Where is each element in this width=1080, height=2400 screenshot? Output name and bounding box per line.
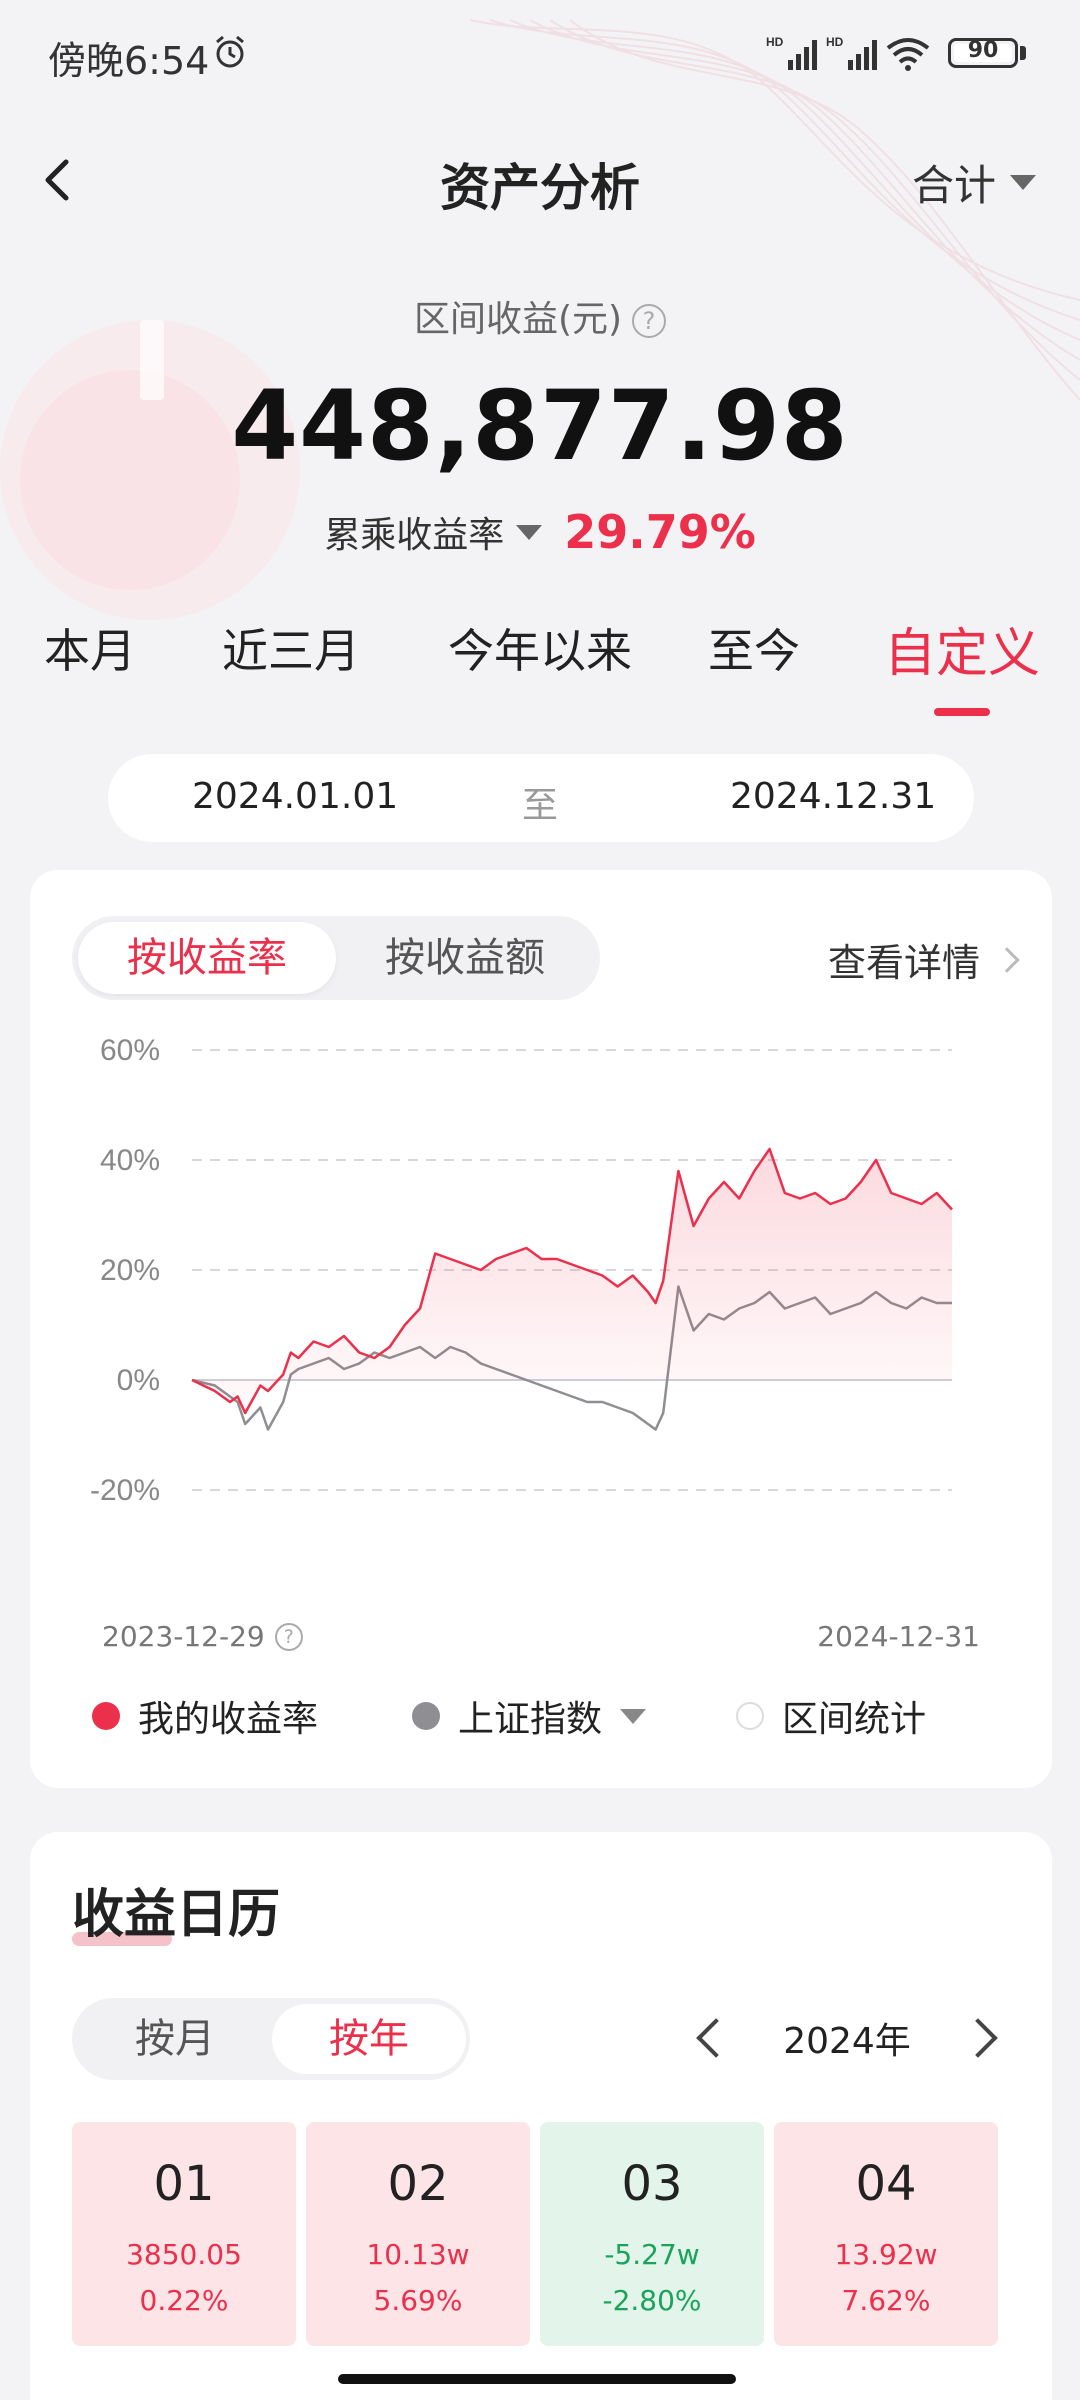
battery-tip	[1020, 46, 1026, 60]
period-tabs: 本月 近三月 今年以来 至今 自定义	[0, 615, 1080, 715]
month-rate: -2.80%	[602, 2284, 702, 2317]
month-cell-03[interactable]: 03 -5.27w -2.80%	[540, 2122, 764, 2346]
month-amount: 3850.05	[126, 2238, 242, 2271]
caret-down-icon	[1010, 175, 1036, 190]
chart-mode-segment: 按收益率 按收益额	[72, 916, 600, 1000]
view-details-link[interactable]: 查看详情	[827, 932, 1020, 987]
interval-return-label: 区间收益(元)?	[0, 290, 1080, 342]
legend-dot	[92, 1702, 120, 1730]
status-time: 傍晚6:54	[48, 39, 210, 83]
legend-radio	[736, 1702, 764, 1730]
return-calendar-card: 收益日历 按月 按年 2024年 01 3850.05 0.22% 02 10.…	[30, 1832, 1052, 2400]
month-rate: 7.62%	[841, 2284, 931, 2317]
tab-custom[interactable]: 自定义	[884, 611, 1040, 686]
segment-by-amount[interactable]: 按收益额	[336, 922, 594, 994]
alarm-clock-icon	[216, 35, 244, 68]
legend-interval-stats[interactable]: 区间统计	[736, 1690, 926, 1742]
month-number: 04	[855, 2156, 917, 2212]
wifi-icon	[886, 38, 930, 71]
account-scope-label: 合计	[911, 161, 996, 210]
svg-text:HD: HD	[826, 35, 844, 49]
home-indicator[interactable]	[338, 2374, 736, 2384]
month-rate: 0.22%	[139, 2284, 229, 2317]
y-tick-label: 0%	[117, 1364, 160, 1397]
cellular-signal-icon-2: HD	[826, 35, 877, 70]
x-axis-start-date: 2023-12-29 ?	[102, 1620, 303, 1653]
month-rate: 5.69%	[373, 2284, 463, 2317]
return-rate-row: 累乘收益率 29.79%	[0, 505, 1080, 559]
segment-by-year[interactable]: 按年	[272, 2004, 466, 2074]
active-tab-indicator	[934, 708, 990, 716]
return-rate-value: 29.79%	[564, 505, 756, 559]
legend-benchmark-label: 上证指数	[458, 1699, 603, 1740]
battery-level: 90	[967, 38, 999, 63]
legend-interval-stats-label: 区间统计	[782, 1699, 927, 1740]
series-area-my-return	[192, 1149, 952, 1413]
month-amount: 13.92w	[834, 2238, 938, 2271]
y-tick-label: 40%	[100, 1144, 160, 1177]
account-scope-dropdown[interactable]: 合计	[912, 152, 1036, 213]
month-cell-01[interactable]: 01 3850.05 0.22%	[72, 2122, 296, 2346]
interval-return-amount: 448,877.98	[231, 370, 849, 482]
tab-since-inception[interactable]: 至今	[708, 615, 800, 681]
start-date[interactable]: 2024.01.01	[192, 776, 398, 817]
tab-last-three-months[interactable]: 近三月	[222, 615, 360, 681]
calendar-title: 收益日历	[72, 1885, 281, 1945]
year-navigator: 2024年	[682, 2012, 1012, 2072]
month-cell-04[interactable]: 04 13.92w 7.62%	[774, 2122, 998, 2346]
return-line-chart[interactable]: 60% 40% 20% 0% -20%	[30, 1020, 1052, 1620]
return-rate-type-dropdown[interactable]: 累乘收益率	[324, 506, 543, 558]
y-tick-label: 60%	[100, 1034, 160, 1067]
month-number: 01	[153, 2156, 215, 2212]
segment-by-month[interactable]: 按月	[78, 2004, 272, 2074]
return-rate-label: 累乘收益率	[324, 515, 505, 556]
date-range-picker[interactable]: 2024.01.01 至 2024.12.31	[108, 754, 974, 842]
view-details-label: 查看详情	[827, 941, 980, 985]
caret-down-icon	[516, 524, 543, 540]
help-icon[interactable]: ?	[274, 1622, 303, 1651]
month-number: 03	[621, 2156, 683, 2212]
calendar-mode-segment: 按月 按年	[72, 1998, 470, 2080]
x-axis-start-label: 2023-12-29	[102, 1620, 265, 1653]
y-tick-label: 20%	[100, 1254, 160, 1287]
tab-year-to-date[interactable]: 今年以来	[448, 615, 632, 681]
interval-return-label-text: 区间收益(元)	[413, 299, 623, 340]
cellular-signal-icon: HD	[766, 35, 817, 70]
status-bar: 傍晚6:54 HD HD 90	[0, 0, 1080, 110]
legend-benchmark[interactable]: 上证指数	[412, 1690, 647, 1742]
caret-down-icon	[620, 1708, 647, 1724]
battery-icon: 90	[948, 38, 1018, 68]
y-tick-label: -20%	[90, 1474, 160, 1507]
month-grid: 01 3850.05 0.22% 02 10.13w 5.69% 03 -5.2…	[72, 2122, 1010, 2346]
return-chart-card: 按收益率 按收益额 查看详情 60% 40% 20% 0% -20% 2023-12-2…	[30, 870, 1052, 1788]
month-cell-02[interactable]: 02 10.13w 5.69%	[306, 2122, 530, 2346]
svg-text:HD: HD	[766, 35, 784, 49]
end-date[interactable]: 2024.12.31	[730, 776, 936, 817]
month-amount: 10.13w	[366, 2238, 470, 2271]
legend-my-return[interactable]: 我的收益率	[92, 1690, 318, 1742]
month-number: 02	[387, 2156, 449, 2212]
date-separator: 至	[522, 785, 559, 826]
month-amount: -5.27w	[604, 2238, 700, 2271]
chevron-right-icon	[994, 946, 1020, 973]
legend-dot	[412, 1702, 440, 1730]
segment-by-rate[interactable]: 按收益率	[78, 922, 336, 994]
help-icon[interactable]: ?	[632, 304, 667, 338]
x-axis-end-date: 2024-12-31	[817, 1620, 980, 1653]
tab-this-month[interactable]: 本月	[44, 615, 136, 681]
chart-legend: 我的收益率 上证指数 区间统计	[30, 1690, 1052, 1750]
legend-my-return-label: 我的收益率	[138, 1699, 319, 1740]
